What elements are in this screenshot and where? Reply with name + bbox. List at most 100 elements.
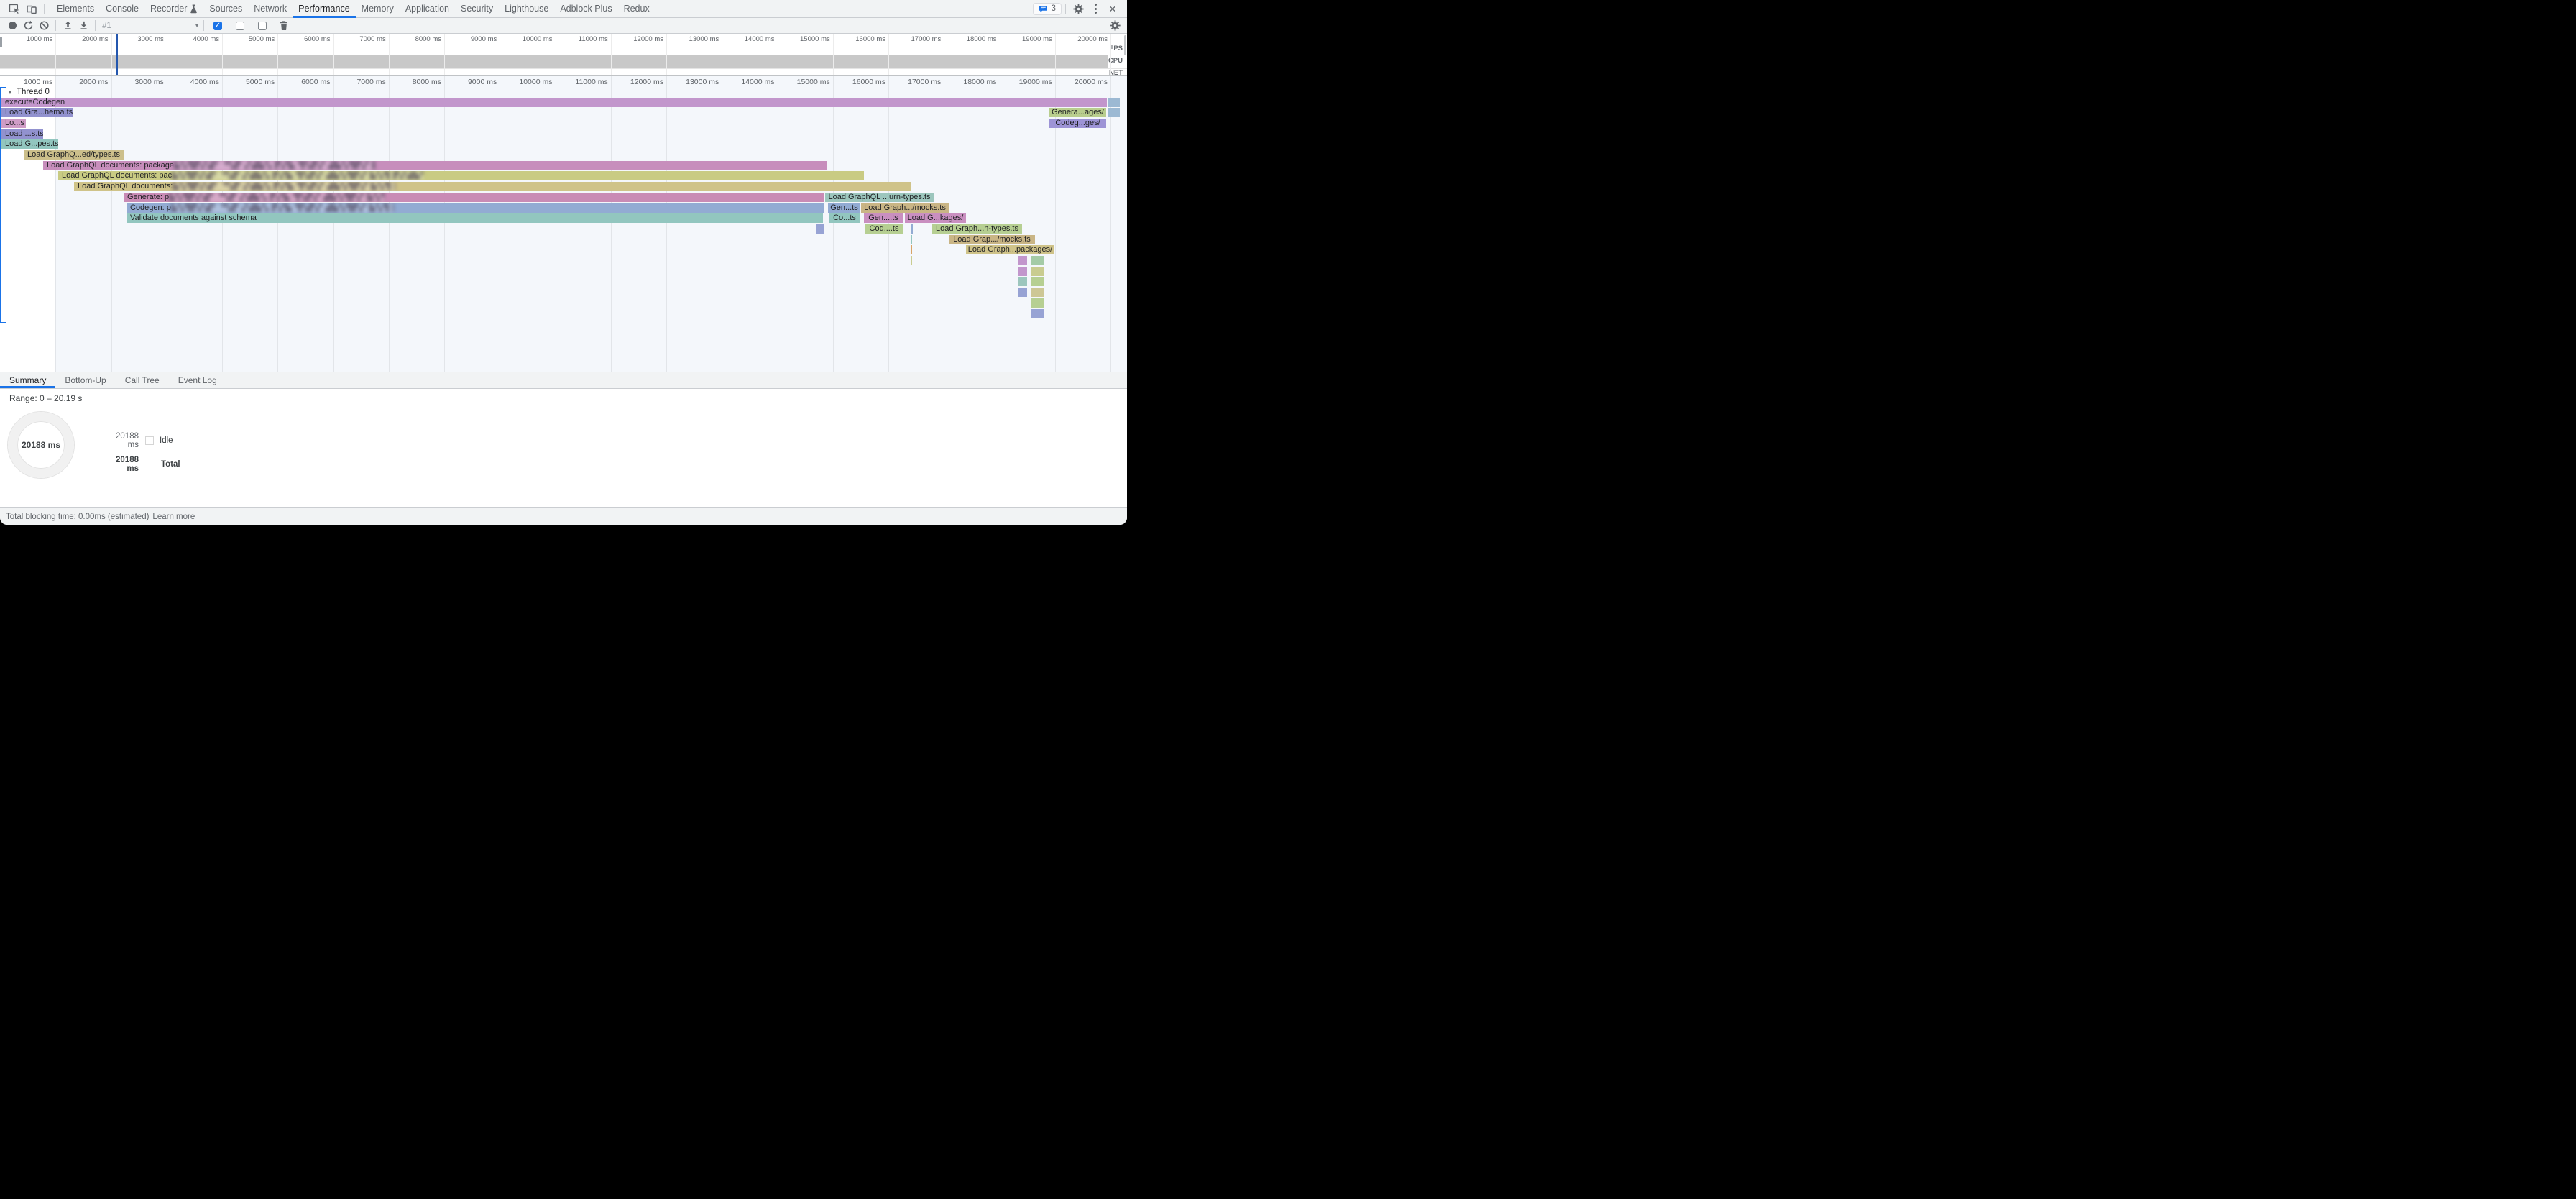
flame-bar[interactable]: Load G...kages/ bbox=[905, 213, 966, 223]
flame-bar[interactable]: Load GraphQ...ed/types.ts bbox=[24, 150, 124, 160]
detail-tab-bottom-up[interactable]: Bottom-Up bbox=[55, 372, 115, 388]
flame-bar-block[interactable] bbox=[1031, 309, 1044, 318]
flame-bar-block[interactable] bbox=[1018, 256, 1027, 265]
flame-bar-block[interactable] bbox=[1018, 288, 1027, 297]
history-dropdown[interactable]: #1 ▼ bbox=[102, 19, 200, 32]
flame-bar[interactable]: Validate documents against schema bbox=[126, 213, 823, 223]
device-toolbar-icon[interactable] bbox=[23, 0, 40, 17]
close-devtools-icon[interactable]: × bbox=[1104, 0, 1121, 17]
flame-bar[interactable]: Load GraphQL documents: pac▙▚▜▛▞▟▘▝▚▛ ▞▟… bbox=[58, 171, 864, 180]
flame-bar[interactable]: Cod....ts bbox=[865, 224, 903, 234]
flame-bar-label: Load G...kages/ bbox=[908, 213, 964, 223]
flame-bar-block[interactable] bbox=[1031, 256, 1044, 265]
checkbox-memory[interactable] bbox=[236, 22, 248, 30]
legend-label: Total bbox=[161, 460, 180, 469]
status-bar: Total blocking time: 0.00ms (estimated) … bbox=[0, 507, 1127, 525]
tab-lighthouse[interactable]: Lighthouse bbox=[499, 0, 554, 18]
flame-bar-block[interactable] bbox=[1108, 108, 1120, 117]
tab-recorder[interactable]: Recorder bbox=[144, 0, 203, 18]
checkbox-web-vitals[interactable] bbox=[258, 22, 270, 30]
detail-tab-summary[interactable]: Summary bbox=[0, 372, 55, 388]
settings-gear-icon[interactable] bbox=[1070, 0, 1087, 17]
tab-redux[interactable]: Redux bbox=[618, 0, 656, 18]
legend-value: 20188 ms bbox=[105, 432, 139, 449]
legend-label: Idle bbox=[160, 436, 173, 445]
thread-toggle[interactable]: ▼ Thread 0 bbox=[7, 88, 50, 96]
tab-elements[interactable]: Elements bbox=[51, 0, 100, 18]
flame-bar-label: Load GraphQL ...urn-types.ts bbox=[828, 193, 930, 202]
tab-memory[interactable]: Memory bbox=[356, 0, 400, 18]
flame-bar-block[interactable] bbox=[911, 256, 912, 265]
flame-bar[interactable]: Load Gra...hema.ts bbox=[1, 108, 73, 117]
flame-bar-block[interactable] bbox=[1031, 298, 1044, 308]
flame-bar[interactable]: Generate: p▙▚▜▛▞▟▘▝▚▛ ▞▟▙▚ ▛▞▙ ▜▚▛▞ ▟▙▚▜… bbox=[124, 193, 824, 202]
flame-bar[interactable]: Codegen: p▙▚▜▛▞▟▘▝▚▛ ▞▟▙▚ ▛▞▙ ▜▚▛▞ ▟▙▚▜▛… bbox=[126, 203, 824, 213]
tab-security[interactable]: Security bbox=[455, 0, 499, 18]
flame-bar[interactable]: Load G...pes.ts bbox=[1, 139, 58, 149]
save-profile-icon[interactable] bbox=[75, 19, 91, 33]
tab-application[interactable]: Application bbox=[400, 0, 455, 18]
flame-bar-label: Load Gra...hema.ts bbox=[1, 108, 73, 117]
tab-label: Network bbox=[254, 4, 287, 14]
checkbox-screenshots[interactable]: ✓ bbox=[213, 22, 226, 30]
flame-bar-block[interactable] bbox=[1018, 277, 1027, 286]
overview-scrollbar[interactable] bbox=[1124, 35, 1127, 55]
clear-recording-icon[interactable] bbox=[36, 19, 52, 33]
flame-bar[interactable]: Genera...ages/ bbox=[1049, 108, 1106, 117]
record-button[interactable] bbox=[4, 19, 20, 33]
detail-tab-call-tree[interactable]: Call Tree bbox=[116, 372, 169, 388]
tab-performance[interactable]: Performance bbox=[293, 0, 356, 18]
tab-sources[interactable]: Sources bbox=[203, 0, 248, 18]
tab-console[interactable]: Console bbox=[100, 0, 144, 18]
flame-bar[interactable]: Load Graph...packages/ bbox=[966, 245, 1054, 254]
ruler-tick-label: 18000 ms bbox=[942, 78, 997, 86]
flame-bar[interactable]: Load GraphQL ...urn-types.ts bbox=[825, 193, 934, 202]
flame-bar[interactable]: Load Graph...n-types.ts bbox=[932, 224, 1022, 234]
timeline-overview[interactable]: FPS CPU NET 1000 ms2000 ms3000 ms4000 ms… bbox=[0, 34, 1127, 76]
flame-bar[interactable]: Lo...s bbox=[1, 119, 26, 128]
flame-bar[interactable]: Load GraphQL documents: package▙▚▜▛▞▟▘▝▚… bbox=[43, 161, 827, 170]
trash-icon[interactable] bbox=[276, 19, 292, 33]
ruler-tick-label: 3000 ms bbox=[109, 78, 164, 86]
gridline bbox=[55, 76, 56, 372]
tab-label: Memory bbox=[362, 4, 394, 14]
flame-bar-block[interactable] bbox=[1018, 267, 1027, 276]
issues-badge[interactable]: 3 bbox=[1033, 3, 1062, 15]
more-options-kebab-icon[interactable] bbox=[1087, 0, 1104, 17]
flame-bar[interactable]: Gen...ts bbox=[828, 203, 860, 213]
capture-settings-gear-icon[interactable] bbox=[1107, 19, 1123, 33]
ruler-tick-label: 20000 ms bbox=[1053, 78, 1108, 86]
detail-tab-event-log[interactable]: Event Log bbox=[169, 372, 226, 388]
flame-bar[interactable]: executeCodegen bbox=[1, 98, 1107, 107]
flame-bar-block[interactable] bbox=[911, 224, 913, 234]
flame-bar[interactable]: Load GraphQL documents:▙▚▜▛▞▟▘▝▚▛ ▞▟▙▚ ▛… bbox=[74, 182, 911, 191]
learn-more-link[interactable]: Learn more bbox=[152, 513, 195, 521]
flame-bar[interactable]: Load Graph.../mocks.ts bbox=[861, 203, 949, 213]
flame-bar[interactable]: Co...ts bbox=[829, 213, 860, 223]
flame-bar-label: Load GraphQL documents: pac bbox=[58, 171, 172, 180]
flame-bar-block[interactable] bbox=[1031, 277, 1044, 286]
load-profile-icon[interactable] bbox=[60, 19, 75, 33]
flame-bar[interactable]: Gen....ts bbox=[864, 213, 903, 223]
flame-bar-label: executeCodegen bbox=[1, 98, 65, 107]
flame-bar-block[interactable] bbox=[1108, 98, 1120, 107]
flame-bar[interactable]: Load Grap.../mocks.ts bbox=[949, 235, 1035, 244]
flame-bar[interactable]: Codeg...ges/ bbox=[1049, 119, 1106, 128]
gridline bbox=[444, 76, 445, 372]
tab-network[interactable]: Network bbox=[248, 0, 293, 18]
tab-label: Security bbox=[461, 4, 493, 14]
reload-and-record-button[interactable] bbox=[20, 19, 36, 33]
overview-tick-label: 15000 ms bbox=[776, 35, 830, 43]
flame-chart[interactable]: ▼ Thread 0 1000 ms2000 ms3000 ms4000 ms5… bbox=[0, 76, 1127, 372]
redacted-blurred-text: ▙▚▜▛▞▟▘▝▚▛ ▞▟▙▚ ▛▞▙ ▜▚▛▞ ▟▙▚▜▛▞ ▙▚▜ ▛▞▟▙… bbox=[174, 161, 375, 170]
flame-bar-block[interactable] bbox=[816, 224, 824, 234]
flame-bar-label: Load Graph...n-types.ts bbox=[936, 224, 1018, 234]
tab-adblock-plus[interactable]: Adblock Plus bbox=[554, 0, 617, 18]
flame-bar-block[interactable] bbox=[911, 235, 912, 244]
flame-bar-block[interactable] bbox=[911, 245, 912, 254]
ruler-tick-label: 15000 ms bbox=[776, 78, 830, 86]
inspect-element-icon[interactable] bbox=[6, 0, 23, 17]
flame-bar-block[interactable] bbox=[1031, 267, 1044, 276]
flame-bar-block[interactable] bbox=[1031, 288, 1044, 297]
flame-bar[interactable]: Load ...s.ts bbox=[1, 129, 43, 139]
